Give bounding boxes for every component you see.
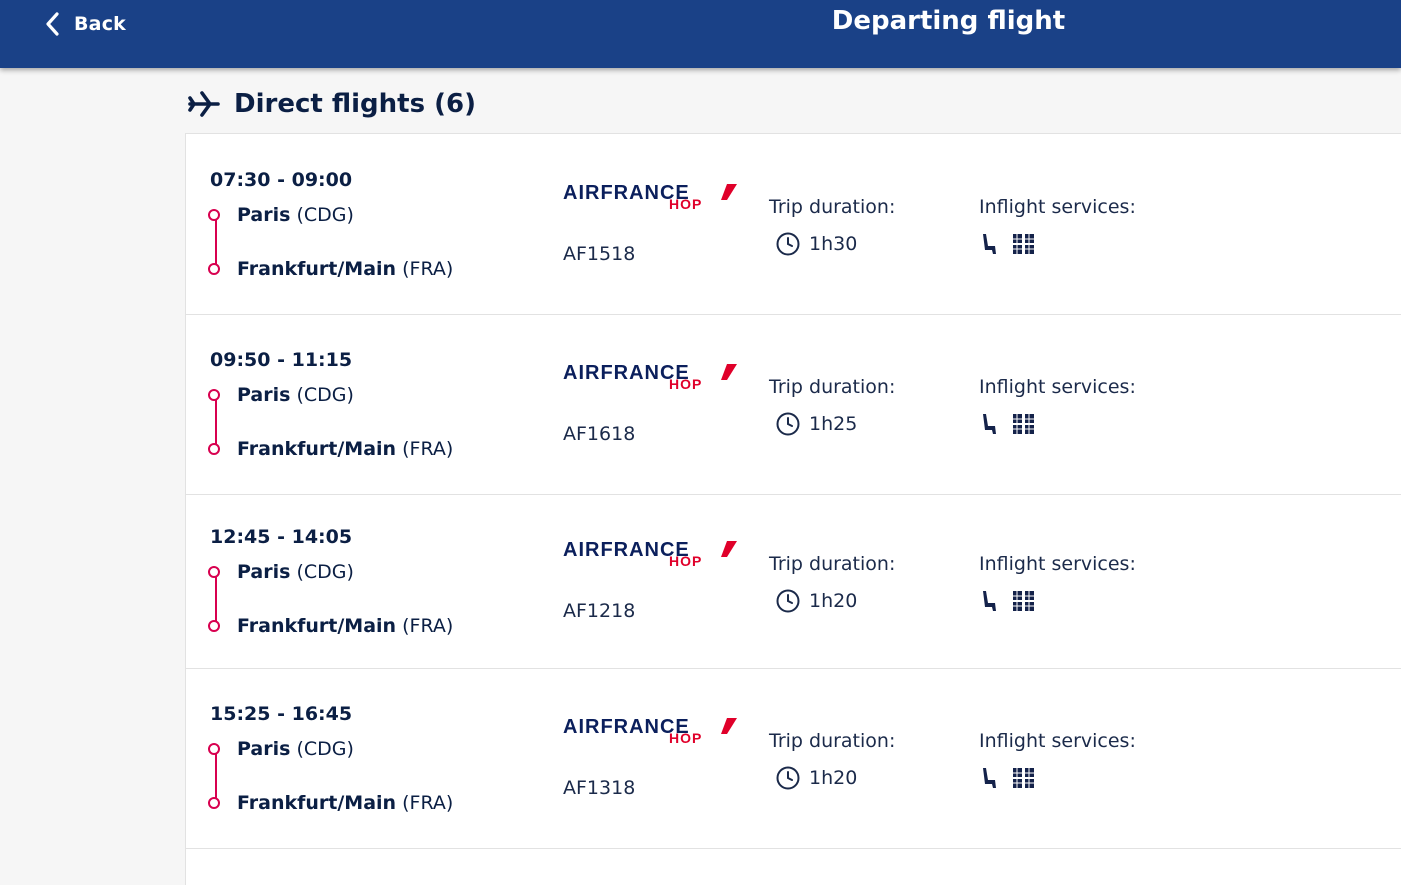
destination-code: (FRA): [402, 792, 454, 814]
meal-icon: [1013, 591, 1034, 611]
destination: Frankfurt/Main (FRA): [237, 438, 453, 460]
origin-city: Paris: [237, 384, 291, 406]
destination: Frankfurt/Main (FRA): [237, 258, 453, 280]
clock-icon: [776, 232, 800, 256]
destination-city: Frankfurt/Main: [237, 258, 397, 280]
duration-value: 1h30: [809, 233, 858, 255]
flight-times: 07:30 - 09:00: [210, 169, 353, 191]
section-title: Direct flights (6): [234, 89, 476, 119]
origin-city: Paris: [237, 738, 291, 760]
destination-dot: [208, 263, 220, 275]
meal-icon: [1013, 414, 1034, 434]
trip-duration: 1h20: [775, 588, 857, 614]
airline-logo: AIRFRANCE HOP: [563, 182, 743, 212]
flight-row[interactable]: 12:45 - 14:05 Paris (CDG) Frankfurt/Main…: [186, 494, 1401, 669]
inflight-services-label: Inflight services:: [979, 553, 1136, 575]
seat-icon: [983, 768, 996, 788]
origin-code: (CDG): [296, 561, 354, 583]
airline-logo: AIRFRANCE HOP: [563, 362, 743, 392]
origin-dot: [208, 566, 220, 578]
destination-city: Frankfurt/Main: [237, 792, 397, 814]
inflight-services: [980, 232, 1036, 256]
flight-number: AF1218: [563, 600, 636, 622]
trip-duration: 1h30: [775, 231, 857, 257]
flight-row[interactable]: 09:50 - 11:15 Paris (CDG) Frankfurt/Main…: [186, 314, 1401, 495]
clock-icon: [776, 412, 800, 436]
destination-dot: [208, 797, 220, 809]
route-line: [215, 572, 217, 626]
origin: Paris (CDG): [237, 738, 354, 760]
origin: Paris (CDG): [237, 204, 354, 226]
meal-icon: [1013, 234, 1034, 254]
trip-duration-label: Trip duration:: [769, 196, 896, 218]
duration-value: 1h20: [809, 590, 858, 612]
origin-dot: [208, 743, 220, 755]
flight-row[interactable]: [186, 848, 1401, 885]
flight-times: 12:45 - 14:05: [210, 526, 353, 548]
flight-times: 15:25 - 16:45: [210, 703, 353, 725]
airline-sub: HOP: [669, 730, 703, 746]
origin-city: Paris: [237, 561, 291, 583]
page-title: Departing flight: [831, 6, 1066, 36]
airline-stripe-icon: [721, 364, 737, 380]
seat-icon: [983, 591, 996, 611]
flight-list: 07:30 - 09:00 Paris (CDG) Frankfurt/Main…: [185, 133, 1401, 885]
plane-icon: [188, 91, 220, 117]
duration-value: 1h20: [809, 767, 858, 789]
duration-value: 1h25: [809, 413, 858, 435]
clock-icon: [776, 766, 800, 790]
airline-sub: HOP: [669, 553, 703, 569]
clock-icon: [776, 589, 800, 613]
flight-row[interactable]: 07:30 - 09:00 Paris (CDG) Frankfurt/Main…: [186, 134, 1401, 315]
route-line: [215, 749, 217, 803]
origin-dot: [208, 209, 220, 221]
airline-logo: AIRFRANCE HOP: [563, 716, 743, 746]
inflight-services: [980, 766, 1036, 790]
top-bar: Back Departing flight: [0, 0, 1401, 68]
origin-city: Paris: [237, 204, 291, 226]
origin-code: (CDG): [296, 204, 354, 226]
trip-duration-label: Trip duration:: [769, 553, 896, 575]
inflight-services: [980, 589, 1036, 613]
destination-city: Frankfurt/Main: [237, 615, 397, 637]
flight-number: AF1618: [563, 423, 636, 445]
destination: Frankfurt/Main (FRA): [237, 792, 453, 814]
seat-icon: [983, 234, 996, 254]
meal-icon: [1013, 768, 1034, 788]
inflight-services-label: Inflight services:: [979, 196, 1136, 218]
destination-dot: [208, 620, 220, 632]
origin: Paris (CDG): [237, 384, 354, 406]
destination: Frankfurt/Main (FRA): [237, 615, 453, 637]
trip-duration-label: Trip duration:: [769, 376, 896, 398]
origin: Paris (CDG): [237, 561, 354, 583]
airline-sub: HOP: [669, 196, 703, 212]
airline-sub: HOP: [669, 376, 703, 392]
trip-duration: 1h20: [775, 765, 857, 791]
inflight-services-label: Inflight services:: [979, 376, 1136, 398]
flight-number: AF1518: [563, 243, 636, 265]
destination-code: (FRA): [402, 615, 454, 637]
airline-stripe-icon: [721, 541, 737, 557]
trip-duration-label: Trip duration:: [769, 730, 896, 752]
route-line: [215, 215, 217, 269]
origin-code: (CDG): [296, 738, 354, 760]
destination-code: (FRA): [402, 258, 454, 280]
destination-dot: [208, 443, 220, 455]
section-header: Direct flights (6): [188, 86, 476, 122]
seat-icon: [983, 414, 996, 434]
flight-row[interactable]: 15:25 - 16:45 Paris (CDG) Frankfurt/Main…: [186, 668, 1401, 849]
origin-dot: [208, 389, 220, 401]
trip-duration: 1h25: [775, 411, 857, 437]
flight-times: 09:50 - 11:15: [210, 349, 353, 371]
airline-stripe-icon: [721, 718, 737, 734]
destination-city: Frankfurt/Main: [237, 438, 397, 460]
airline-logo: AIRFRANCE HOP: [563, 539, 743, 569]
airline-stripe-icon: [721, 184, 737, 200]
destination-code: (FRA): [402, 438, 454, 460]
origin-code: (CDG): [296, 384, 354, 406]
route-line: [215, 395, 217, 449]
inflight-services-label: Inflight services:: [979, 730, 1136, 752]
inflight-services: [980, 412, 1036, 436]
flight-number: AF1318: [563, 777, 636, 799]
